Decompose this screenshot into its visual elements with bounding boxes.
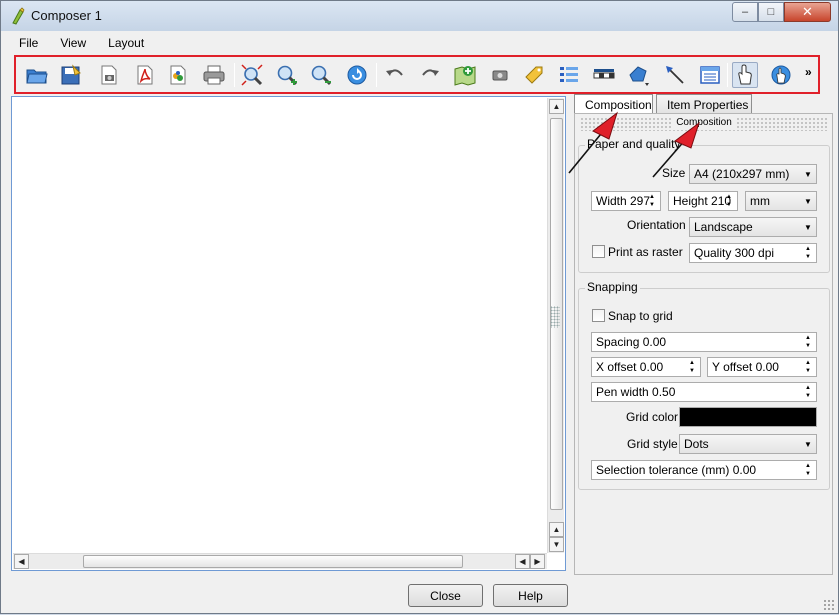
spin-arrows-icon[interactable]: ▲ ▼: [644, 192, 660, 210]
toolbar-overflow-button[interactable]: »: [805, 65, 812, 79]
save-template-icon[interactable]: [58, 62, 84, 88]
section-title[interactable]: Composition: [580, 117, 828, 131]
spin-arrows-icon[interactable]: ▲ ▼: [800, 244, 816, 262]
refresh-icon[interactable]: [344, 62, 370, 88]
spin-arrows-icon[interactable]: ▲ ▼: [800, 358, 816, 376]
window-title: Composer 1: [31, 8, 102, 23]
close-window-button[interactable]: ✕: [784, 2, 831, 22]
undo-icon[interactable]: [382, 62, 408, 88]
height-spinbox[interactable]: Height 210 ▲ ▼: [668, 191, 738, 211]
chevron-down-icon: ▼: [804, 169, 812, 179]
print-icon[interactable]: [201, 62, 227, 88]
print-as-raster-checkbox[interactable]: [592, 245, 605, 258]
help-button[interactable]: Help: [493, 584, 568, 607]
export-svg-icon[interactable]: [165, 62, 191, 88]
maximize-button[interactable]: □: [758, 2, 784, 22]
print-as-raster-label: Print as raster: [608, 245, 683, 259]
snap-to-grid-label: Snap to grid: [608, 309, 673, 323]
export-pdf-icon[interactable]: [132, 62, 158, 88]
splitter-handle[interactable]: [550, 306, 560, 328]
quality-spinbox[interactable]: Quality 300 dpi ▲ ▼: [689, 243, 817, 263]
scroll-up-icon[interactable]: ▲: [549, 522, 564, 537]
scroll-left-icon[interactable]: ◀: [14, 554, 29, 569]
snapping-title: Snapping: [585, 280, 640, 294]
minimize-button[interactable]: –: [732, 2, 758, 22]
open-template-icon[interactable]: [24, 62, 50, 88]
add-scalebar-icon[interactable]: [591, 62, 617, 88]
add-map-icon[interactable]: [452, 62, 478, 88]
y-offset-spinbox[interactable]: Y offset 0.00 ▲ ▼: [707, 357, 817, 377]
paper-quality-group: Paper and quality Size A4 (210x297 mm) ▼ …: [578, 137, 830, 273]
unit-select[interactable]: mm ▼: [745, 191, 817, 211]
snapping-group: Snapping Snap to grid Spacing 0.00 ▲ ▼ X o…: [578, 280, 830, 490]
pen-width-spinbox[interactable]: Pen width 0.50 ▲ ▼: [591, 382, 817, 402]
width-spinbox[interactable]: Width 297 ▲ ▼: [591, 191, 661, 211]
redo-icon[interactable]: [417, 62, 443, 88]
spin-arrows-icon[interactable]: ▲ ▼: [721, 192, 737, 210]
tab-item-properties[interactable]: Item Properties: [656, 94, 752, 114]
grid-color-button[interactable]: [679, 407, 817, 427]
composer-toolbar: [14, 55, 820, 94]
grid-style-label: Grid style: [627, 437, 678, 451]
spin-arrows-icon[interactable]: ▲ ▼: [684, 358, 700, 376]
spin-arrows-icon[interactable]: ▲ ▼: [800, 461, 816, 479]
qgis-app-icon: [10, 7, 26, 25]
add-legend-icon[interactable]: [556, 62, 582, 88]
scroll-up-icon[interactable]: ▲: [549, 99, 564, 114]
move-content-icon[interactable]: [768, 62, 794, 88]
add-image-icon[interactable]: [487, 62, 513, 88]
paper-size-select[interactable]: A4 (210x297 mm) ▼: [689, 164, 817, 184]
add-arrow-icon[interactable]: [662, 62, 688, 88]
add-shape-icon[interactable]: [626, 62, 652, 88]
composer-canvas[interactable]: [11, 96, 566, 571]
scroll-right-icon[interactable]: ▶: [530, 554, 545, 569]
composition-panel: Composition Paper and quality Size A4 (2…: [574, 113, 833, 575]
paper-quality-title: Paper and quality: [585, 137, 683, 151]
menu-bar: File View Layout: [8, 32, 831, 53]
spin-arrows-icon[interactable]: ▲ ▼: [800, 333, 816, 351]
zoom-full-icon[interactable]: [239, 62, 265, 88]
size-label: Size: [662, 166, 686, 180]
chevron-down-icon: ▼: [804, 222, 812, 232]
x-offset-spinbox[interactable]: X offset 0.00 ▲ ▼: [591, 357, 701, 377]
grid-style-select[interactable]: Dots ▼: [679, 434, 817, 454]
menu-file[interactable]: File: [8, 36, 49, 50]
select-move-icon[interactable]: [732, 62, 758, 88]
chevron-down-icon: ▼: [804, 439, 812, 449]
zoom-out-icon[interactable]: [308, 62, 334, 88]
close-button[interactable]: Close: [408, 584, 483, 607]
menu-view[interactable]: View: [49, 36, 97, 50]
add-label-icon[interactable]: [521, 62, 547, 88]
composer-window: Composer 1 – □ ✕ File View Layout » ▲ ▲ …: [0, 0, 839, 614]
horizontal-scroll-thumb[interactable]: [83, 555, 463, 568]
snap-to-grid-checkbox[interactable]: [592, 309, 605, 322]
add-table-icon[interactable]: [697, 62, 723, 88]
export-image-icon[interactable]: [96, 62, 122, 88]
spacing-spinbox[interactable]: Spacing 0.00 ▲ ▼: [591, 332, 817, 352]
orientation-label: Orientation: [627, 218, 686, 232]
scroll-left-icon[interactable]: ◀: [515, 554, 530, 569]
resize-grip[interactable]: [823, 599, 835, 611]
canvas-horizontal-scrollbar[interactable]: ◀ ◀ ▶: [13, 553, 547, 569]
zoom-in-icon[interactable]: [274, 62, 300, 88]
chevron-down-icon: ▼: [804, 196, 812, 206]
selection-tolerance-spinbox[interactable]: Selection tolerance (mm) 0.00 ▲ ▼: [591, 460, 817, 480]
title-bar[interactable]: Composer 1 – □ ✕: [1, 1, 838, 31]
spin-arrows-icon[interactable]: ▲ ▼: [800, 383, 816, 401]
menu-layout[interactable]: Layout: [97, 36, 155, 50]
scroll-down-icon[interactable]: ▼: [549, 537, 564, 552]
orientation-select[interactable]: Landscape ▼: [689, 217, 817, 237]
grid-color-label: Grid color: [626, 410, 679, 424]
